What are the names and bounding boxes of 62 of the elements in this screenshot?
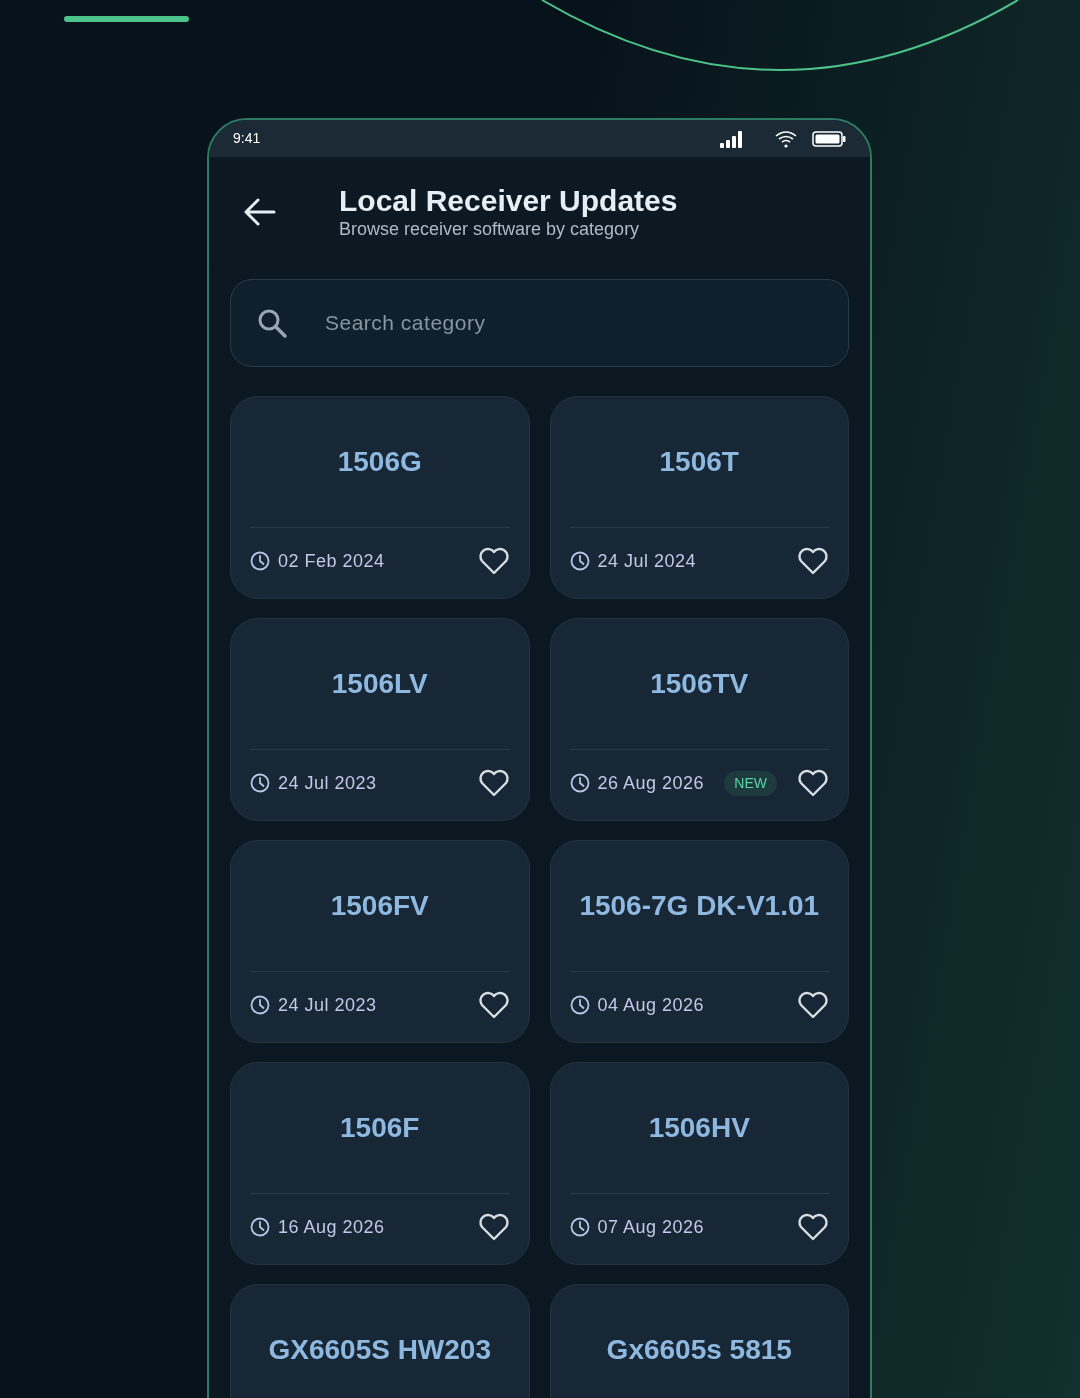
category-card[interactable]: 1506F 16 Aug 2026	[230, 1062, 530, 1265]
category-card[interactable]: 1506G 02 Feb 2024	[230, 396, 530, 599]
search-icon	[256, 307, 288, 339]
clock-icon	[250, 995, 270, 1015]
category-name: 1506G	[337, 445, 422, 479]
clock-icon	[250, 551, 270, 571]
clock-icon	[569, 995, 590, 1015]
category-card[interactable]: 1506FV 24 Jul 2023	[230, 840, 530, 1043]
clock-icon	[250, 1217, 270, 1237]
clock-icon	[250, 773, 270, 793]
favorite-button[interactable]	[797, 546, 829, 576]
update-date: 16 Aug 2026	[278, 1215, 385, 1239]
wifi-icon	[774, 129, 798, 148]
favorite-button[interactable]	[477, 1212, 510, 1242]
favorite-button[interactable]	[477, 990, 510, 1020]
category-name: 1506LV	[331, 667, 428, 701]
favorite-button[interactable]	[797, 768, 829, 798]
category-card[interactable]: 1506HV 07 Aug 2026	[549, 1062, 849, 1265]
heart-icon	[477, 547, 510, 575]
category-card[interactable]: Gx6605s 5815	[549, 1284, 849, 1398]
heart-icon	[797, 769, 829, 797]
favorite-button[interactable]	[797, 1212, 829, 1242]
update-date: 02 Feb 2024	[278, 549, 385, 573]
update-date: 07 Aug 2026	[597, 1215, 705, 1239]
clock-icon	[569, 1217, 590, 1237]
search-field[interactable]: Search category	[230, 279, 849, 367]
heart-icon	[797, 1213, 829, 1241]
category-name: 1506T	[659, 445, 739, 479]
favorite-button[interactable]	[477, 546, 510, 576]
category-name: 1506HV	[648, 1111, 750, 1145]
battery-icon	[812, 130, 846, 147]
page-subtitle: Browse receiver software by category	[339, 217, 641, 240]
category-name: 1506FV	[330, 889, 429, 923]
update-date: 04 Aug 2026	[597, 993, 705, 1017]
category-card[interactable]: 1506LV 24 Jul 2023	[230, 618, 530, 821]
status-time: 9:41	[233, 129, 261, 148]
heart-icon	[797, 991, 829, 1019]
update-date: 24 Jul 2024	[597, 549, 697, 573]
heart-icon	[477, 991, 510, 1019]
category-card[interactable]: GX6605S HW203	[230, 1284, 530, 1398]
clock-icon	[569, 551, 590, 571]
heart-icon	[797, 547, 829, 575]
category-name: 1506-7G DK-V1.01	[579, 889, 820, 923]
signal-icon	[720, 129, 744, 148]
category-name: 1506F	[340, 1111, 420, 1145]
heart-icon	[477, 1213, 510, 1241]
heart-icon	[477, 769, 510, 797]
favorite-button[interactable]	[797, 990, 829, 1020]
category-card[interactable]: 1506TV 26 Aug 2026 NEW	[549, 618, 849, 821]
category-card[interactable]: 1506-7G DK-V1.01 04 Aug 2026	[549, 840, 849, 1043]
category-name: GX6605S HW203	[268, 1333, 492, 1367]
clock-icon	[569, 773, 590, 793]
page-title: Local Receiver Updates	[339, 183, 678, 218]
update-date: 24 Jul 2023	[278, 993, 377, 1017]
update-date: 26 Aug 2026	[597, 771, 705, 795]
category-card[interactable]: 1506T 24 Jul 2024	[549, 396, 849, 599]
back-arrow-icon	[242, 196, 276, 227]
favorite-button[interactable]	[477, 768, 510, 798]
new-badge: NEW	[724, 770, 777, 796]
update-date: 24 Jul 2023	[278, 771, 377, 795]
category-name: 1506TV	[650, 667, 749, 701]
category-name: Gx6605s 5815	[606, 1333, 792, 1367]
